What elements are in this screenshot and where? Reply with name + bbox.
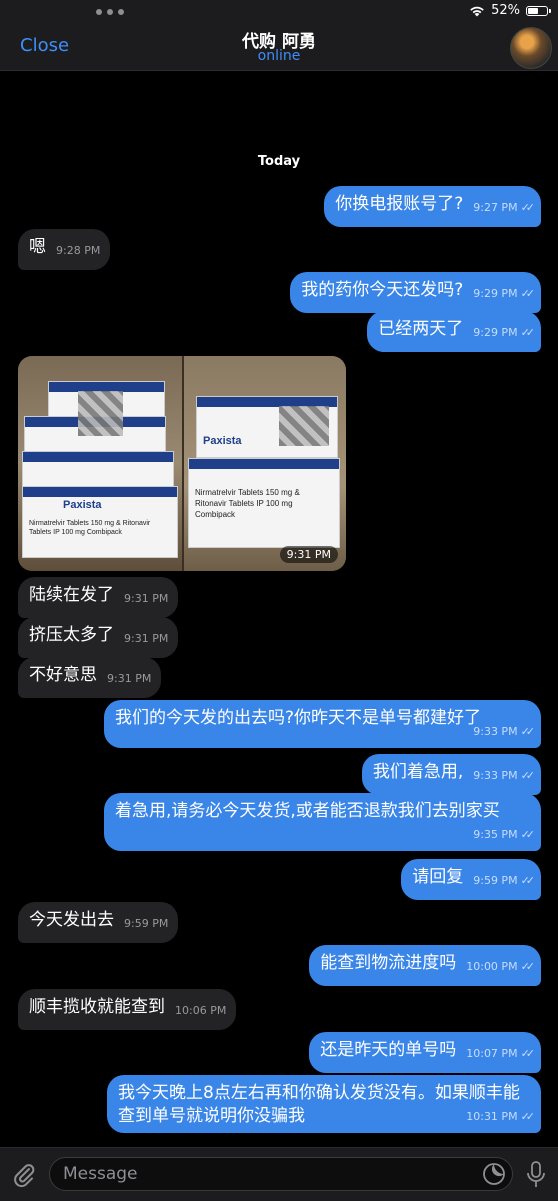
photo-left: Paxista Nirmatrelvir Tablets 150 mg & Ri… [18, 356, 182, 571]
wifi-icon [470, 6, 484, 16]
photo-time: 9:31 PM [279, 546, 338, 563]
message-outgoing[interactable]: 我们的今天发的出去吗?你昨天不是单号都建好了 9:33 PM ✓✓ [104, 700, 541, 748]
message-incoming[interactable]: 挤压太多了 9:31 PM [18, 617, 179, 658]
date-separator: Today [257, 154, 301, 169]
message-text: 嗯 [29, 237, 46, 257]
message-time: 10:31 PM [466, 1110, 518, 1123]
message-text: 我们着急用, [372, 762, 464, 782]
message-text: 请回复 [412, 867, 464, 887]
double-check-icon: ✓✓ [520, 828, 536, 841]
message-time: 9:59 PM [124, 917, 169, 930]
message-text: 着急用,请务必今天发货,或者能否退款我们去别家买 [115, 801, 500, 821]
message-outgoing[interactable]: 能查到物流进度吗 10:00 PM ✓✓ [309, 945, 541, 986]
chat-header: Close 代购 阿勇 online [0, 24, 558, 71]
photo-message[interactable]: Paxista Nirmatrelvir Tablets 150 mg & Ri… [18, 356, 346, 571]
double-check-icon: ✓✓ [520, 1110, 536, 1123]
photo-right: Paxista Nirmatrelvir Tablets 150 mg & Ri… [184, 356, 346, 571]
double-check-icon: ✓✓ [520, 725, 536, 738]
photo-brand-left: Paxista [63, 499, 102, 511]
sticker-icon[interactable] [482, 1162, 506, 1186]
message-time: 9:33 PM [473, 769, 518, 782]
message-time: 9:29 PM [473, 287, 518, 300]
message-time: 9:59 PM [473, 874, 518, 887]
double-check-icon: ✓✓ [520, 960, 536, 973]
message-time: 9:31 PM [124, 632, 169, 645]
double-check-icon: ✓✓ [520, 201, 536, 214]
double-check-icon: ✓✓ [520, 326, 536, 339]
avatar[interactable] [510, 27, 552, 69]
message-outgoing[interactable]: 我今天晚上8点左右再和你确认发货没有。如果顺丰能查到单号就说明你没骗我 10:3… [107, 1075, 541, 1133]
message-text: 今天发出去 [29, 910, 114, 930]
message-time: 10:00 PM [466, 960, 518, 973]
message-outgoing[interactable]: 你换电报账号了? 9:27 PM ✓✓ [324, 186, 541, 227]
message-text: 我今天晚上8点左右再和你确认发货没有。如果顺丰能查到单号就说明你没骗我 [118, 1083, 520, 1126]
double-check-icon: ✓✓ [520, 287, 536, 300]
status-bar: 52% [0, 0, 558, 24]
message-outgoing[interactable]: 请回复 9:59 PM ✓✓ [401, 859, 541, 900]
message-outgoing[interactable]: 还是昨天的单号吗 10:07 PM ✓✓ [309, 1032, 541, 1073]
message-text: 我的药你今天还发吗? [301, 280, 464, 300]
message-text: 能查到物流进度吗 [320, 953, 457, 973]
message-time: 10:07 PM [466, 1047, 518, 1060]
message-outgoing[interactable]: 已经两天了 9:29 PM ✓✓ [367, 311, 541, 352]
message-time: 9:35 PM [473, 828, 518, 841]
microphone-icon[interactable] [524, 1160, 548, 1190]
message-incoming[interactable]: 陆续在发了 9:31 PM [18, 577, 179, 618]
message-time: 9:31 PM [107, 672, 152, 685]
composer-bar: Message [0, 1147, 558, 1201]
message-text: 陆续在发了 [29, 585, 114, 605]
paperclip-icon[interactable] [10, 1160, 38, 1188]
message-outgoing[interactable]: 我们着急用, 9:33 PM ✓✓ [361, 754, 541, 795]
message-list[interactable]: Today 你换电报账号了? 9:27 PM ✓✓ 嗯 9:28 PM 我的药你今天还… [0, 71, 558, 1147]
online-status: online [257, 48, 301, 64]
double-check-icon: ✓✓ [520, 874, 536, 887]
double-check-icon: ✓✓ [520, 769, 536, 782]
message-time: 9:27 PM [473, 201, 518, 214]
battery-percent: 52% [491, 3, 520, 18]
message-text: 你换电报账号了? [335, 194, 464, 214]
message-incoming[interactable]: 顺丰揽收就能查到 10:06 PM [18, 989, 237, 1030]
message-outgoing[interactable]: 着急用,请务必今天发货,或者能否退款我们去别家买 9:35 PM ✓✓ [104, 793, 541, 851]
message-incoming[interactable]: 今天发出去 9:59 PM [18, 902, 179, 943]
battery-icon [526, 5, 551, 16]
message-text: 已经两天了 [378, 319, 464, 339]
message-outgoing[interactable]: 我的药你今天还发吗? 9:29 PM ✓✓ [290, 272, 541, 313]
message-time: 9:33 PM [473, 725, 518, 738]
message-time: 9:28 PM [56, 244, 101, 257]
message-incoming[interactable]: 不好意思 9:31 PM [18, 657, 162, 698]
message-text: 不好意思 [29, 665, 97, 685]
double-check-icon: ✓✓ [520, 1047, 536, 1060]
message-time: 10:06 PM [175, 1004, 227, 1017]
message-input[interactable]: Message [49, 1157, 513, 1191]
photo-text-left: Nirmatrelvir Tablets 150 mg & Ritonavir … [29, 520, 151, 536]
message-incoming[interactable]: 嗯 9:28 PM [18, 229, 111, 270]
message-time: 9:31 PM [124, 592, 169, 605]
message-text: 还是昨天的单号吗 [320, 1040, 457, 1060]
message-text: 挤压太多了 [29, 625, 114, 645]
message-text: 我们的今天发的出去吗?你昨天不是单号都建好了 [115, 708, 482, 728]
message-time: 9:29 PM [473, 326, 518, 339]
photo-text-right: Nirmatrelvir Tablets 150 mg & Ritonavir … [195, 488, 300, 519]
multitasking-dots-icon[interactable] [96, 9, 124, 15]
photo-brand-right: Paxista [203, 435, 242, 447]
message-text: 顺丰揽收就能查到 [29, 997, 165, 1017]
